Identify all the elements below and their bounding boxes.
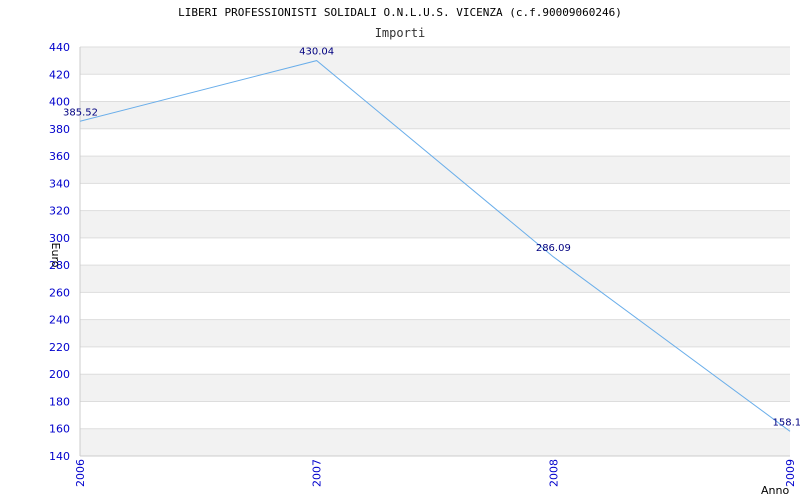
grid-band (80, 47, 790, 75)
y-tick-label: 240 (49, 314, 70, 327)
data-label: 286.09 (536, 243, 571, 254)
x-axis-label: Anno (761, 484, 789, 497)
y-tick-label: 140 (49, 450, 70, 463)
grid-band (80, 374, 790, 402)
y-axis-label: Euro (49, 243, 62, 268)
grid-band (80, 156, 790, 184)
y-tick-label: 440 (49, 41, 70, 54)
y-tick-label: 200 (49, 368, 70, 381)
y-tick-label: 420 (49, 68, 70, 81)
x-axis-ticks: 2006 2007 2008 2009 (74, 459, 797, 487)
grid-band (80, 428, 790, 456)
y-tick-label: 220 (49, 341, 70, 354)
x-tick-label: 2009 (784, 459, 797, 487)
y-tick-label: 360 (49, 150, 70, 163)
data-label: 158.10 (773, 417, 800, 428)
grid-bands (79, 46, 790, 457)
x-tick-label: 2007 (311, 459, 324, 487)
y-tick-label: 180 (49, 395, 70, 408)
x-tick-label: 2006 (74, 459, 87, 487)
y-tick-label: 160 (49, 423, 70, 436)
data-label: 385.52 (63, 107, 98, 118)
y-tick-label: 380 (49, 123, 70, 136)
y-tick-label: 320 (49, 205, 70, 218)
grid-band (80, 210, 790, 238)
x-tick-label: 2008 (547, 459, 560, 487)
y-tick-label: 260 (49, 286, 70, 299)
line-chart: 1401601802002202402602803003203403603804… (49, 41, 800, 497)
grid-band (80, 101, 790, 129)
data-label: 430.04 (299, 47, 334, 58)
grid-band (80, 265, 790, 293)
y-tick-label: 340 (49, 177, 70, 190)
grid-band (80, 319, 790, 347)
